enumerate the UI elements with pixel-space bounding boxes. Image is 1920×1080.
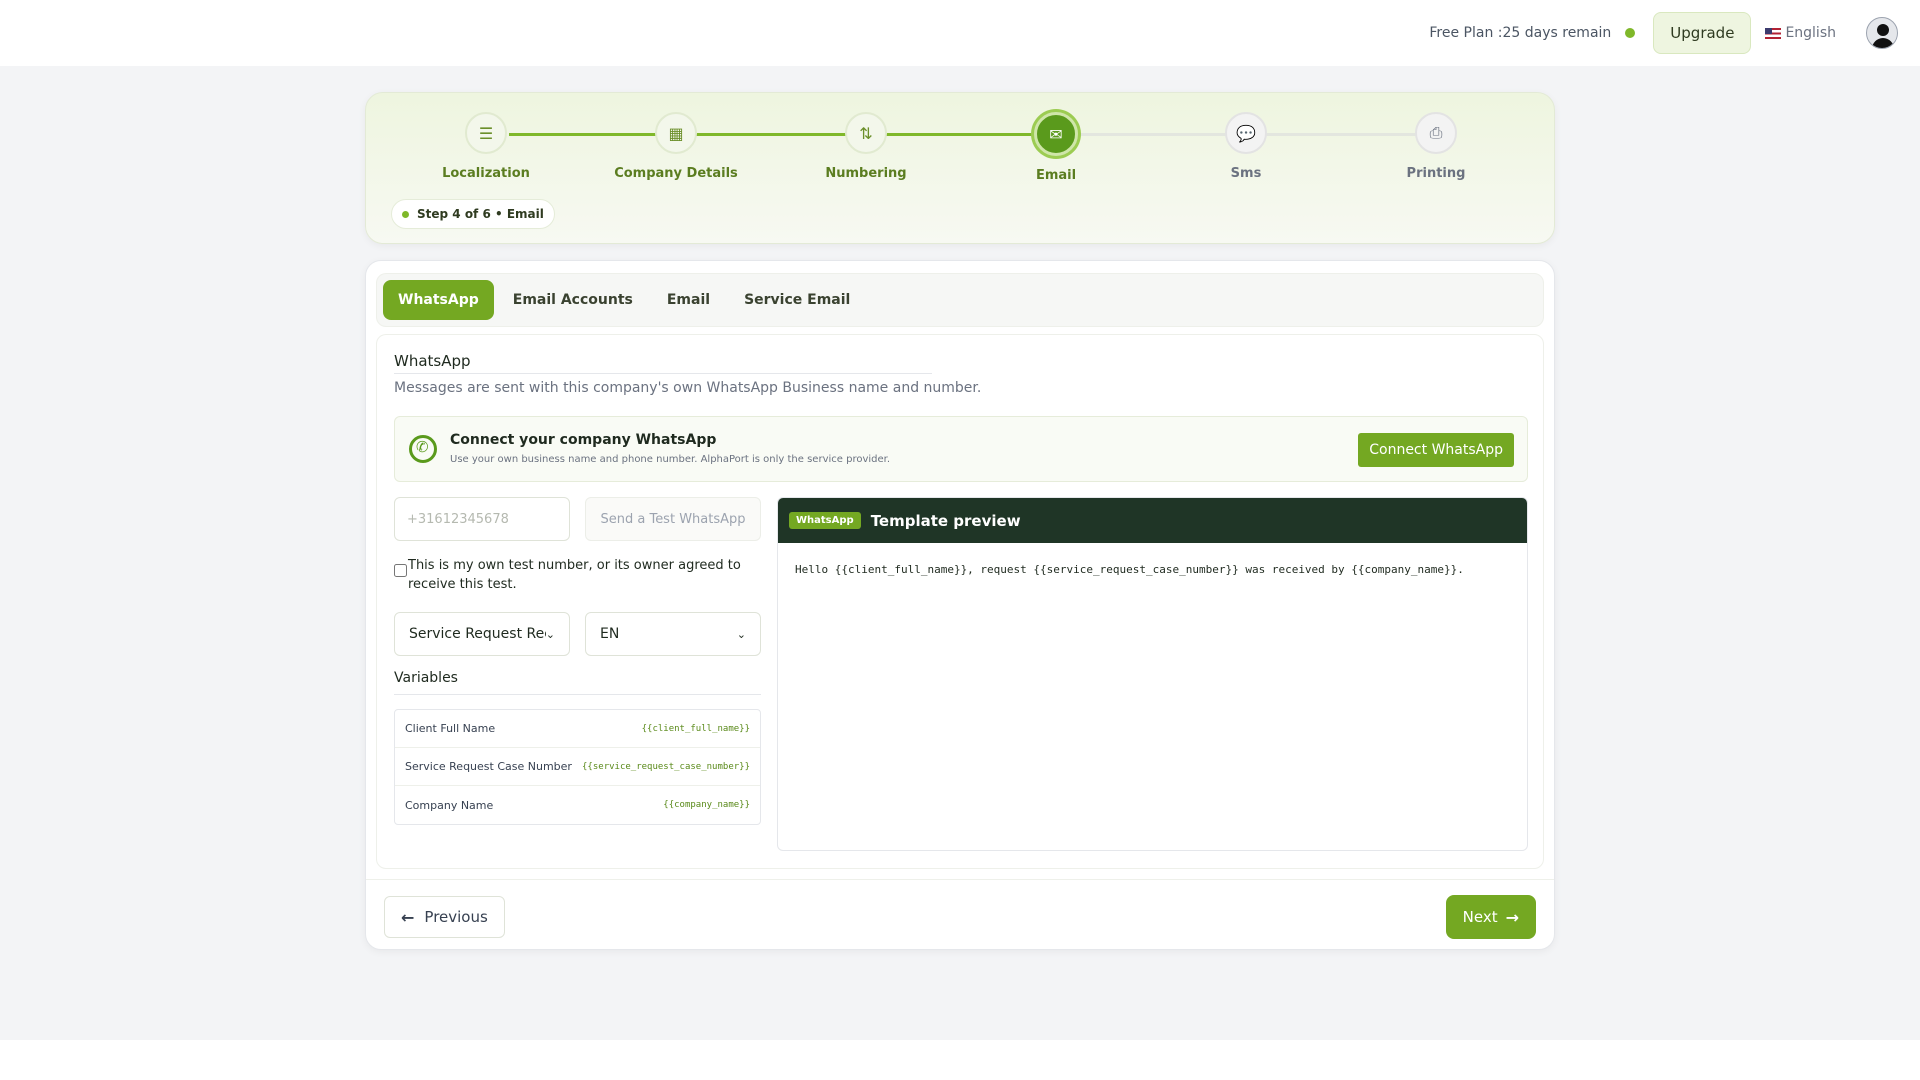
building-icon: ▦ [655,112,697,154]
tab-whatsapp[interactable]: WhatsApp [383,280,494,320]
consent-checkbox-row[interactable]: This is my own test number, or its owner… [394,556,754,594]
step-label: Printing [1406,166,1466,181]
variables-table: Client Full Name {{client_full_name}} Se… [394,709,761,825]
variable-row: Company Name {{company_name}} [395,786,760,824]
variable-label: Service Request Case Number [405,760,572,773]
section-subtitle: Messages are sent with this company's ow… [394,380,982,396]
language-selector[interactable]: English [1765,25,1836,41]
sliders-icon: ☰ [465,112,507,154]
variable-label: Company Name [405,798,494,812]
step-label: Email [1035,168,1077,183]
step-label: Localization [442,166,530,181]
connect-whatsapp-box: Connect your company WhatsApp Use your o… [394,416,1528,482]
consent-label: This is my own test number, or its owner… [408,558,741,592]
chat-icon: 💬 [1225,112,1267,154]
language-label: English [1785,25,1836,41]
settings-card: WhatsApp Email Accounts Email Service Em… [365,260,1555,950]
template-select-value: Service Request Rec [409,626,546,642]
sort-numbers-icon: ⇅ [845,112,887,154]
step-printing[interactable]: ⎙ Printing [1346,112,1526,181]
template-preview-body: Hello {{client_full_name}}, request {{se… [795,563,1464,576]
arrow-right-icon: → [1505,907,1519,927]
variable-label: Client Full Name [405,722,496,735]
tab-bar: WhatsApp Email Accounts Email Service Em… [376,273,1544,327]
previous-button[interactable]: ← Previous [384,896,505,938]
footer-divider [366,879,1554,880]
connect-title: Connect your company WhatsApp [450,432,717,448]
language-select[interactable]: EN ⌄ [585,612,761,656]
variable-row: Service Request Case Number {{service_re… [395,748,760,786]
variable-token[interactable]: {{client_full_name}} [642,724,750,734]
section-title: WhatsApp [394,352,471,370]
whatsapp-badge: WhatsApp [789,512,861,529]
connect-whatsapp-button[interactable]: Connect WhatsApp [1358,433,1514,467]
chevron-down-icon: ⌄ [736,627,746,641]
next-button[interactable]: Next → [1445,895,1536,939]
step-label: Company Details [614,166,738,181]
step-company-details[interactable]: ▦ Company Details [586,112,766,181]
whatsapp-panel: WhatsApp Messages are sent with this com… [376,334,1544,869]
tab-service-email[interactable]: Service Email [729,280,865,320]
upgrade-button[interactable]: Upgrade [1653,12,1752,54]
test-phone-input[interactable] [394,497,570,541]
step-indicator-text: Step 4 of 6 • Email [417,207,544,221]
next-label: Next [1462,908,1498,926]
previous-label: Previous [424,908,488,926]
user-avatar[interactable] [1866,17,1898,49]
top-bar: Free Plan :25 days remain Upgrade Englis… [0,0,1920,66]
printer-icon: ⎙ [1415,112,1457,154]
step-label: Numbering [825,166,907,181]
tab-email[interactable]: Email [652,280,725,320]
step-sms[interactable]: 💬 Sms [1156,112,1336,181]
consent-checkbox[interactable] [394,564,407,577]
step-numbering[interactable]: ⇅ Numbering [776,112,956,181]
variables-divider [394,694,761,695]
template-preview-header: WhatsApp Template preview [778,498,1527,543]
connect-subtitle: Use your own business name and phone num… [450,454,891,465]
whatsapp-icon [409,435,437,463]
variable-row: Client Full Name {{client_full_name}} [395,710,760,748]
section-divider [394,373,932,374]
step-indicator-pill: Step 4 of 6 • Email [391,199,555,229]
plan-status-text: Free Plan :25 days remain [1429,25,1612,41]
variable-token[interactable]: {{service_request_case_number}} [582,762,750,772]
chevron-down-icon: ⌄ [545,627,555,641]
tab-email-accounts[interactable]: Email Accounts [498,280,648,320]
language-select-value: EN [600,626,620,642]
template-preview-title: Template preview [870,511,1021,530]
variable-token[interactable]: {{company_name}} [663,800,750,810]
step-label: Sms [1230,166,1262,181]
template-select[interactable]: Service Request Rec ⌄ [394,612,570,656]
step-localization[interactable]: ☰ Localization [396,112,576,181]
arrow-left-icon: ← [401,907,415,927]
variables-title: Variables [394,670,458,686]
step-indicator-dot [402,210,409,218]
plan-status-dot [1625,28,1636,38]
us-flag-icon [1765,27,1782,39]
send-test-whatsapp-button[interactable]: Send a Test WhatsApp [585,497,761,541]
template-preview: WhatsApp Template preview Hello {{client… [777,497,1528,851]
envelope-icon: ✉ [1034,112,1078,156]
step-email[interactable]: ✉ Email [966,112,1146,183]
